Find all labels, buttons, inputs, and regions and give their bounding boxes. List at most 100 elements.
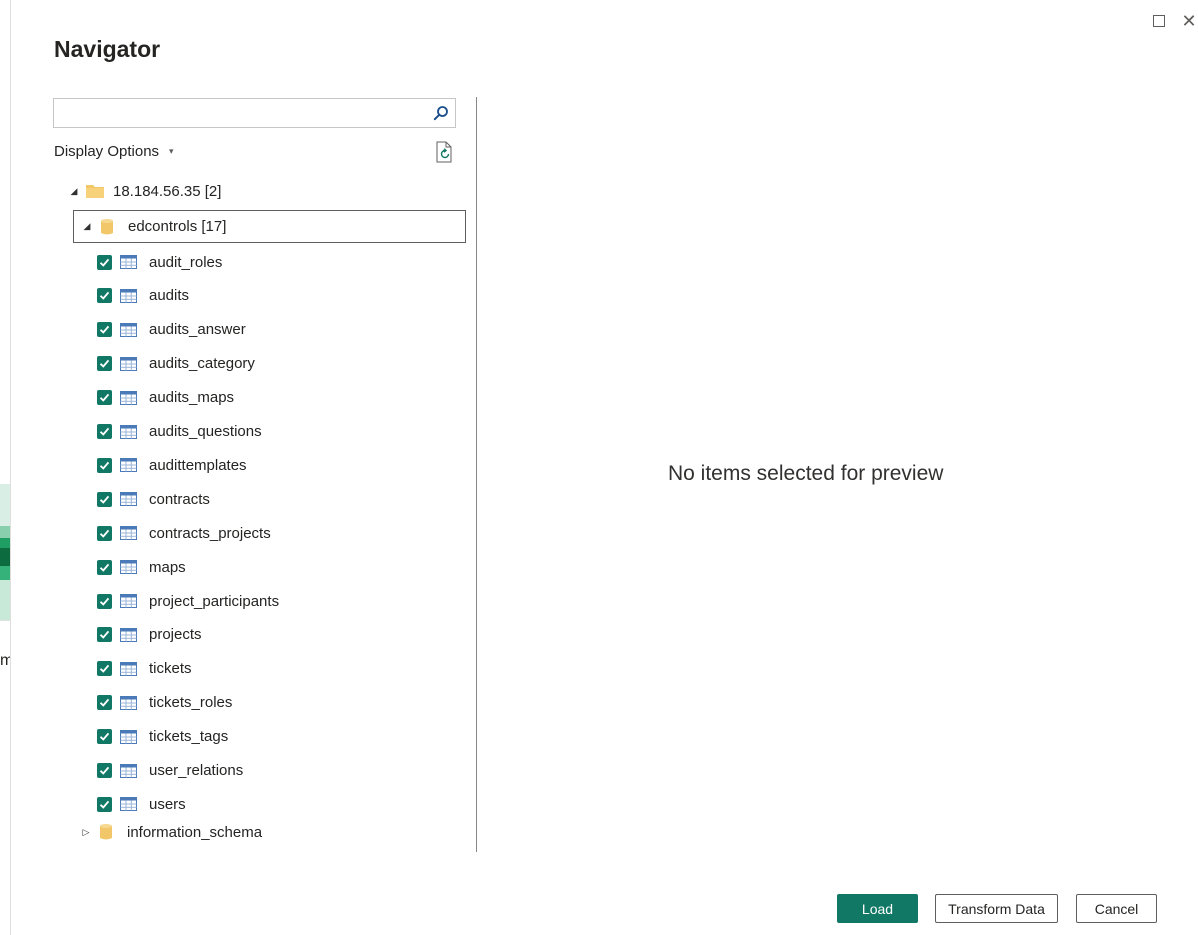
checked-checkbox[interactable]	[97, 661, 112, 677]
checkmark-icon	[99, 665, 110, 673]
collapse-arrow-icon[interactable]: ◢	[67, 186, 81, 197]
tree-node-label: edcontrols [17]	[128, 218, 227, 235]
table-row[interactable]: contracts_projects	[97, 518, 271, 548]
checked-checkbox[interactable]	[97, 796, 112, 812]
checked-checkbox[interactable]	[97, 627, 112, 643]
table-row-label: maps	[149, 558, 186, 576]
transform-data-button[interactable]: Transform Data	[935, 894, 1058, 923]
checked-checkbox[interactable]	[97, 593, 112, 609]
checkmark-icon	[99, 698, 110, 707]
checked-checkbox[interactable]	[97, 424, 112, 439]
checked-checkbox[interactable]	[97, 390, 112, 406]
table-row[interactable]: audittemplates	[97, 450, 247, 480]
table-row-label: audits_maps	[149, 389, 235, 407]
checked-checkbox[interactable]	[97, 356, 112, 372]
table-row[interactable]: project_participants	[97, 586, 279, 616]
checkmark-icon	[99, 258, 110, 267]
table-icon	[120, 729, 137, 744]
checked-checkbox[interactable]	[97, 288, 112, 304]
table-icon	[120, 255, 137, 269]
table-row[interactable]: projects	[97, 620, 202, 650]
table-icon	[120, 695, 137, 710]
table-row[interactable]: audits_maps	[97, 383, 234, 413]
checked-checkbox[interactable]	[97, 491, 112, 507]
checked-checkbox[interactable]	[97, 729, 112, 745]
table-icon	[120, 594, 137, 608]
search-input[interactable]	[54, 99, 424, 127]
checkmark-icon	[99, 766, 110, 775]
table-icon	[120, 288, 137, 303]
table-row-label: audits	[149, 287, 190, 305]
table-icon	[120, 390, 137, 405]
table-icon	[120, 356, 137, 371]
table-row[interactable]: maps	[97, 552, 186, 582]
maximize-icon	[1153, 15, 1165, 27]
table-row-label: contracts	[149, 490, 210, 508]
table-icon	[120, 526, 137, 541]
checkmark-icon	[99, 597, 110, 606]
checked-checkbox[interactable]	[97, 695, 112, 711]
table-icon	[120, 661, 137, 676]
database-icon	[101, 218, 113, 234]
table-row[interactable]: audits_category	[97, 349, 255, 379]
tree-node-database-edcontrols[interactable]: ◢ edcontrols [17]	[73, 210, 466, 243]
table-row[interactable]: audits_questions	[97, 417, 262, 447]
table-icon	[120, 458, 137, 473]
table-row-label: contracts_projects	[149, 524, 271, 542]
table-row[interactable]: tickets	[97, 654, 192, 684]
maximize-button[interactable]	[1148, 10, 1170, 32]
display-options-label: Display Options	[54, 143, 160, 160]
table-row-label: tickets_tags	[149, 728, 229, 746]
panel-divider[interactable]	[476, 97, 477, 852]
checkmark-icon	[99, 631, 110, 640]
checkmark-icon	[99, 292, 110, 301]
load-button[interactable]: Load	[837, 894, 918, 923]
table-row-label: user_relations	[149, 762, 244, 779]
table-row[interactable]: audit_roles	[97, 247, 222, 277]
checked-checkbox[interactable]	[97, 254, 112, 270]
table-row[interactable]: users	[97, 789, 186, 819]
table-row-label: audits_questions	[149, 423, 262, 440]
table-icon	[120, 763, 137, 778]
screen: m ✕ Navigator Display Options ▾ ◢ 18.184…	[0, 0, 1198, 935]
dialog-title: Navigator	[54, 36, 161, 62]
expand-arrow-icon[interactable]: ▷	[79, 827, 93, 838]
search-box	[53, 98, 456, 128]
table-row-label: users	[149, 795, 186, 813]
search-icon[interactable]	[433, 105, 449, 121]
table-icon	[120, 492, 137, 507]
tree-node-label: 18.184.56.35 [2]	[113, 182, 222, 200]
checked-checkbox[interactable]	[97, 322, 112, 338]
checkmark-icon	[99, 326, 110, 334]
table-row[interactable]: user_relations	[97, 756, 243, 786]
checked-checkbox[interactable]	[97, 559, 112, 575]
checked-checkbox[interactable]	[97, 763, 112, 778]
table-row-label: audittemplates	[149, 456, 247, 474]
table-row-label: tickets	[149, 660, 192, 678]
close-icon: ✕	[1181, 10, 1197, 31]
table-row[interactable]: contracts	[97, 484, 210, 514]
chevron-down-icon: ▾	[169, 146, 174, 156]
table-row[interactable]: tickets_roles	[97, 688, 232, 718]
table-row-label: audits_category	[149, 355, 255, 373]
refresh-document-icon[interactable]	[434, 141, 454, 163]
checked-checkbox[interactable]	[97, 525, 112, 541]
tree-node-server[interactable]: ◢ 18.184.56.35 [2]	[67, 176, 222, 206]
navigator-dialog: ✕ Navigator Display Options ▾ ◢ 18.184.5…	[10, 0, 1198, 935]
close-button[interactable]: ✕	[1178, 10, 1198, 32]
checked-checkbox[interactable]	[97, 457, 112, 473]
checkmark-icon	[99, 529, 110, 538]
checkmark-icon	[99, 461, 110, 470]
table-row-label: audits_answer	[149, 321, 246, 339]
collapse-arrow-icon[interactable]: ◢	[80, 221, 94, 232]
database-icon	[100, 824, 112, 840]
checkmark-icon	[99, 393, 110, 402]
table-row-label: projects	[149, 626, 202, 644]
table-row[interactable]: tickets_tags	[97, 722, 228, 752]
tree-node-database-information-schema[interactable]: ▷ information_schema	[79, 817, 263, 847]
checkmark-icon	[99, 800, 110, 809]
table-row[interactable]: audits	[97, 281, 189, 311]
display-options-dropdown[interactable]: Display Options ▾	[54, 143, 174, 160]
table-row[interactable]: audits_answer	[97, 315, 246, 345]
cancel-button[interactable]: Cancel	[1076, 894, 1157, 923]
